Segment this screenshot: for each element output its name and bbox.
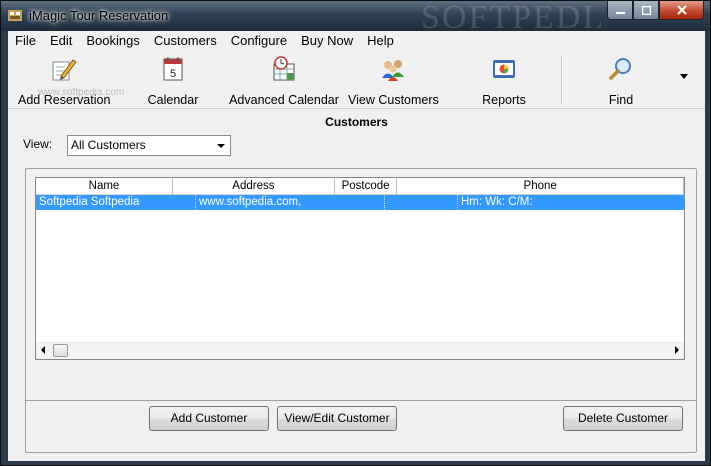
column-header-address[interactable]: Address	[173, 178, 335, 194]
advanced-calendar-label: Advanced Calendar	[229, 93, 339, 107]
client-area: File Edit Bookings Customers Configure B…	[8, 31, 705, 461]
view-customers-label: View Customers	[348, 93, 439, 107]
chevron-down-icon	[217, 144, 225, 148]
report-chart-icon	[493, 60, 515, 78]
table-row[interactable]: Softpedia Softpedia www.softpedia.com, H…	[36, 195, 684, 210]
close-button[interactable]	[659, 1, 704, 20]
menu-bookings[interactable]: Bookings	[79, 31, 146, 51]
toolbar: Add Reservation 5 Calendar Advanced Cale…	[8, 52, 705, 109]
groupbox-divider	[26, 400, 696, 401]
maximize-icon	[641, 5, 651, 15]
pen-icon	[52, 59, 77, 81]
scroll-right-arrow-icon[interactable]	[675, 346, 679, 354]
menu-buy-now[interactable]: Buy Now	[294, 31, 360, 51]
menu-file[interactable]: File	[8, 31, 43, 51]
calendar-label: Calendar	[147, 93, 199, 107]
cell-phone: Hm: Wk: C/M:	[461, 196, 533, 208]
calendar-icon: 5	[163, 57, 183, 81]
reports-label: Reports	[482, 93, 526, 107]
app-icon	[8, 10, 22, 21]
delete-customer-button[interactable]: Delete Customer	[563, 406, 683, 431]
window-title: iMagic Tour Reservation	[29, 8, 169, 23]
title-watermark: SOFTPEDIA	[421, 1, 601, 31]
customers-list[interactable]: Name Address Postcode Phone Softpedia So…	[35, 177, 685, 360]
add-reservation-button[interactable]: Add Reservation	[18, 56, 110, 107]
scrollbar-thumb[interactable]	[53, 344, 68, 357]
scroll-left-arrow-icon[interactable]	[41, 346, 45, 354]
calendar-button[interactable]: 5 Calendar	[144, 56, 202, 107]
view-dropdown[interactable]: All Customers	[67, 135, 231, 156]
maximize-button[interactable]	[633, 1, 659, 20]
advanced-calendar-button[interactable]: Advanced Calendar	[228, 56, 340, 107]
view-dropdown-value: All Customers	[71, 138, 146, 152]
add-customer-button[interactable]: Add Customer	[149, 406, 269, 431]
column-header-name[interactable]: Name	[36, 178, 173, 194]
horizontal-scrollbar[interactable]	[36, 342, 684, 359]
minimize-button[interactable]	[607, 1, 633, 20]
title-bar[interactable]: iMagic Tour Reservation SOFTPEDIA	[1, 1, 710, 31]
menu-configure[interactable]: Configure	[224, 31, 294, 51]
menu-edit[interactable]: Edit	[43, 31, 79, 51]
menu-bar: File Edit Bookings Customers Configure B…	[8, 31, 705, 51]
column-header-postcode[interactable]: Postcode	[335, 178, 398, 194]
svg-text:5: 5	[170, 68, 176, 80]
calendar-clock-icon	[273, 56, 295, 81]
toolbar-overflow-chevron-icon[interactable]	[680, 74, 688, 79]
toolbar-watermark: www.softpedia.com	[38, 87, 125, 98]
view-label: View:	[23, 137, 53, 151]
close-icon	[676, 5, 687, 15]
toolbar-separator	[561, 56, 563, 104]
find-label: Find	[608, 93, 634, 107]
cell-postcode	[385, 195, 458, 210]
magnifier-icon	[609, 58, 631, 80]
cell-name: Softpedia Softpedia	[36, 195, 196, 210]
menu-help[interactable]: Help	[360, 31, 401, 51]
list-header: Name Address Postcode Phone	[36, 178, 684, 195]
cell-address: www.softpedia.com,	[196, 195, 385, 210]
menu-customers[interactable]: Customers	[147, 31, 224, 51]
minimize-icon	[615, 11, 625, 14]
page-title: Customers	[325, 115, 388, 129]
reports-button[interactable]: Reports	[474, 56, 534, 107]
users-icon	[382, 60, 404, 81]
find-button[interactable]: Find	[598, 56, 644, 107]
column-header-phone[interactable]: Phone	[397, 178, 684, 194]
view-edit-customer-button[interactable]: View/Edit Customer	[277, 406, 397, 431]
view-customers-button[interactable]: View Customers	[348, 56, 439, 107]
app-window: iMagic Tour Reservation SOFTPEDIA File E…	[0, 0, 711, 466]
